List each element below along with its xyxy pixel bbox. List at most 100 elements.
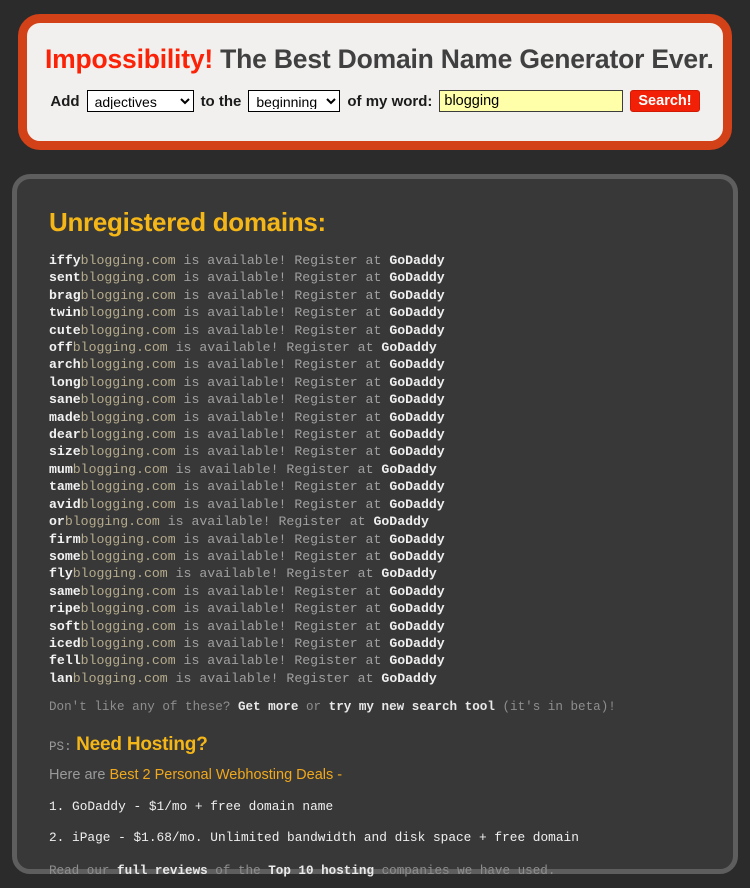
domain-result-row[interactable]: archblogging.com is available! Register …: [49, 356, 711, 373]
domain-root: blogging.com: [80, 305, 176, 321]
registrar-link[interactable]: GoDaddy: [373, 514, 428, 529]
domain-prefix: mum: [49, 461, 73, 477]
registrar-link[interactable]: GoDaddy: [389, 444, 444, 459]
domain-prefix: some: [49, 548, 81, 564]
registrar-link[interactable]: GoDaddy: [389, 497, 444, 512]
availability-text: is available! Register at: [167, 340, 382, 356]
domain-prefix: made: [49, 409, 81, 425]
domain-prefix: dear: [49, 427, 81, 443]
registrar-link[interactable]: GoDaddy: [389, 549, 444, 564]
registrar-link[interactable]: GoDaddy: [389, 357, 444, 372]
domain-result-row[interactable]: ripeblogging.com is available! Register …: [49, 600, 711, 617]
domain-prefix: sane: [49, 392, 81, 408]
availability-text: is available! Register at: [175, 427, 390, 443]
domain-result-row[interactable]: sameblogging.com is available! Register …: [49, 583, 711, 600]
label-add: Add: [50, 92, 80, 110]
registrar-link[interactable]: GoDaddy: [389, 288, 444, 303]
registrar-link[interactable]: GoDaddy: [381, 462, 436, 477]
domain-result-row[interactable]: icedblogging.com is available! Register …: [49, 635, 711, 652]
domain-result-row[interactable]: iffyblogging.com is available! Register …: [49, 252, 711, 269]
registrar-link[interactable]: GoDaddy: [389, 619, 444, 634]
top-10-hosting-link[interactable]: Top 10 hosting: [268, 864, 374, 878]
domain-result-row[interactable]: orblogging.com is available! Register at…: [49, 513, 711, 530]
registrar-link[interactable]: GoDaddy: [389, 636, 444, 651]
availability-text: is available! Register at: [175, 322, 390, 338]
hosting-deal-2: 2. iPage - $1.68/mo. Unlimited bandwidth…: [49, 830, 579, 846]
registrar-link[interactable]: GoDaddy: [381, 340, 436, 355]
search-panel-body: Impossibility! The Best Domain Name Gene…: [27, 23, 723, 141]
domain-root: blogging.com: [80, 548, 176, 564]
domain-root: blogging.com: [64, 514, 160, 530]
domain-root: blogging.com: [80, 635, 176, 651]
registrar-link[interactable]: GoDaddy: [381, 671, 436, 686]
more-or-text: or: [298, 700, 329, 715]
domain-result-row[interactable]: offblogging.com is available! Register a…: [49, 339, 711, 356]
registrar-link[interactable]: GoDaddy: [389, 532, 444, 547]
domain-result-row[interactable]: saneblogging.com is available! Register …: [49, 391, 711, 408]
domain-prefix: arch: [49, 357, 81, 373]
tagline: The Best Domain Name Generator Ever.: [213, 44, 714, 74]
availability-text: is available! Register at: [175, 531, 390, 547]
domain-root: blogging.com: [72, 670, 168, 686]
registrar-link[interactable]: GoDaddy: [389, 305, 444, 320]
domain-prefix: brag: [49, 287, 81, 303]
position-select[interactable]: beginning: [248, 90, 341, 113]
registrar-link[interactable]: GoDaddy: [389, 479, 444, 494]
domain-root: blogging.com: [80, 392, 176, 408]
domain-result-row[interactable]: avidblogging.com is available! Register …: [49, 496, 711, 513]
registrar-link[interactable]: GoDaddy: [381, 566, 436, 581]
domain-result-row[interactable]: mumblogging.com is available! Register a…: [49, 461, 711, 478]
domain-result-row[interactable]: someblogging.com is available! Register …: [49, 548, 711, 565]
full-reviews-link[interactable]: full reviews: [117, 864, 208, 878]
domain-root: blogging.com: [80, 601, 176, 617]
results-panel: Unregistered domains: iffyblogging.com i…: [12, 174, 738, 878]
registrar-link[interactable]: GoDaddy: [389, 323, 444, 338]
availability-text: is available! Register at: [175, 496, 390, 512]
get-more-link[interactable]: Get more: [238, 700, 298, 714]
domain-prefix: twin: [49, 305, 81, 321]
hosting-deal-1: 1. GoDaddy - $1/mo + free domain name: [49, 799, 334, 815]
domain-result-row[interactable]: cuteblogging.com is available! Register …: [49, 322, 711, 339]
domain-prefix: sent: [49, 270, 81, 286]
registrar-link[interactable]: GoDaddy: [389, 375, 444, 390]
domain-result-row[interactable]: longblogging.com is available! Register …: [49, 374, 711, 391]
read-reviews-line: Read our full reviews of the Top 10 host…: [49, 864, 711, 878]
domain-prefix: fell: [49, 653, 81, 669]
domain-result-row[interactable]: tameblogging.com is available! Register …: [49, 478, 711, 495]
availability-text: is available! Register at: [167, 670, 382, 686]
domain-result-row[interactable]: firmblogging.com is available! Register …: [49, 531, 711, 548]
availability-text: is available! Register at: [175, 374, 390, 390]
domain-root: blogging.com: [80, 479, 176, 495]
domain-result-row[interactable]: sizeblogging.com is available! Register …: [49, 443, 711, 460]
availability-text: is available! Register at: [175, 444, 390, 460]
domain-result-row[interactable]: fellblogging.com is available! Register …: [49, 652, 711, 669]
registrar-link[interactable]: GoDaddy: [389, 653, 444, 668]
registrar-link[interactable]: GoDaddy: [389, 392, 444, 407]
availability-text: is available! Register at: [175, 287, 390, 303]
domain-result-row[interactable]: twinblogging.com is available! Register …: [49, 304, 711, 321]
domain-result-row[interactable]: sentblogging.com is available! Register …: [49, 269, 711, 286]
availability-text: is available! Register at: [175, 270, 390, 286]
registrar-link[interactable]: GoDaddy: [389, 601, 444, 616]
domain-result-row[interactable]: softblogging.com is available! Register …: [49, 618, 711, 635]
domain-results-list: iffyblogging.com is available! Register …: [49, 252, 711, 687]
domain-result-row[interactable]: lanblogging.com is available! Register a…: [49, 670, 711, 687]
hosting-deals-subheading: Here are Best 2 Personal Webhosting Deal…: [49, 767, 711, 783]
domain-prefix: or: [49, 514, 65, 530]
registrar-link[interactable]: GoDaddy: [389, 584, 444, 599]
registrar-link[interactable]: GoDaddy: [389, 427, 444, 442]
domain-prefix: tame: [49, 479, 81, 495]
registrar-link[interactable]: GoDaddy: [389, 253, 444, 268]
domain-result-row[interactable]: madeblogging.com is available! Register …: [49, 409, 711, 426]
search-tool-link[interactable]: try my new search tool: [329, 700, 495, 714]
word-type-select[interactable]: adjectives: [86, 90, 194, 113]
domain-result-row[interactable]: bragblogging.com is available! Register …: [49, 287, 711, 304]
domain-result-row[interactable]: dearblogging.com is available! Register …: [49, 426, 711, 443]
search-button[interactable]: Search!: [630, 90, 700, 113]
domain-result-row[interactable]: flyblogging.com is available! Register a…: [49, 565, 711, 582]
domain-root: blogging.com: [80, 409, 176, 425]
registrar-link[interactable]: GoDaddy: [389, 410, 444, 425]
registrar-link[interactable]: GoDaddy: [389, 270, 444, 285]
keyword-input[interactable]: [439, 90, 624, 113]
availability-text: is available! Register at: [167, 461, 382, 477]
